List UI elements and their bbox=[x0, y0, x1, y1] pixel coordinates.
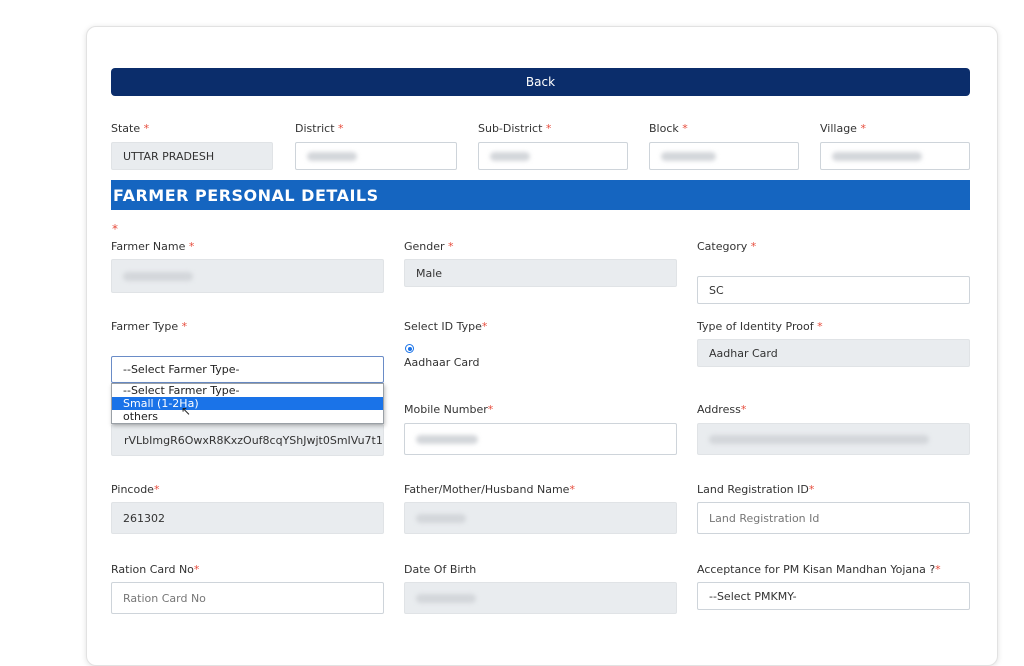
gender-field[interactable]: Male bbox=[404, 259, 677, 287]
ration-card-input[interactable]: Ration Card No bbox=[111, 582, 384, 614]
category-label: Category * bbox=[697, 240, 757, 253]
redacted-value bbox=[416, 593, 476, 603]
redacted-value bbox=[661, 151, 716, 161]
redacted-value bbox=[416, 513, 466, 523]
farmer-type-select[interactable]: --Select Farmer Type- bbox=[111, 356, 384, 383]
village-label: Village * bbox=[820, 122, 866, 135]
address-label: Address* bbox=[697, 403, 747, 416]
identity-proof-field[interactable]: Aadhar Card bbox=[697, 339, 970, 367]
mobile-label: Mobile Number* bbox=[404, 403, 494, 416]
farmer-type-dropdown: --Select Farmer Type- Small (1-2Ha) othe… bbox=[111, 383, 384, 424]
farmer-type-option-highlighted[interactable]: Small (1-2Ha) bbox=[112, 397, 383, 410]
farmer-name-field[interactable] bbox=[111, 259, 384, 293]
relative-name-label: Father/Mother/Husband Name* bbox=[404, 483, 575, 496]
farmer-type-label: Farmer Type * bbox=[111, 320, 188, 333]
redacted-value bbox=[307, 151, 357, 161]
pmkmy-select[interactable]: --Select PMKMY- bbox=[697, 582, 970, 610]
redacted-value bbox=[123, 271, 193, 281]
pincode-field[interactable]: 261302 bbox=[111, 502, 384, 534]
back-button[interactable]: Back bbox=[111, 68, 970, 96]
block-label: Block * bbox=[649, 122, 688, 135]
pmkmy-label: Acceptance for PM Kisan Mandhan Yojana ?… bbox=[697, 563, 941, 576]
dob-label: Date Of Birth bbox=[404, 563, 477, 576]
category-field[interactable]: SC bbox=[697, 276, 970, 304]
district-field[interactable] bbox=[295, 142, 457, 170]
state-label: State * bbox=[111, 122, 150, 135]
identity-proof-label: Type of Identity Proof * bbox=[697, 320, 823, 333]
farmer-type-option[interactable]: others bbox=[112, 410, 383, 423]
sub-district-field[interactable] bbox=[478, 142, 628, 170]
redacted-value bbox=[490, 151, 530, 161]
gender-label: Gender * bbox=[404, 240, 454, 253]
relative-name-field[interactable] bbox=[404, 502, 677, 534]
farmer-type-option[interactable]: --Select Farmer Type- bbox=[112, 384, 383, 397]
farmer-name-label: Farmer Name * bbox=[111, 240, 195, 253]
mouse-pointer-icon: ↖ bbox=[181, 404, 192, 418]
mobile-field[interactable] bbox=[404, 423, 677, 455]
redacted-value bbox=[832, 151, 922, 161]
id-type-label: Select ID Type* bbox=[404, 320, 488, 333]
ration-card-label: Ration Card No* bbox=[111, 563, 200, 576]
sub-district-label: Sub-District * bbox=[478, 122, 552, 135]
block-field[interactable] bbox=[649, 142, 799, 170]
redacted-value bbox=[709, 434, 929, 444]
land-registration-input[interactable]: Land Registration Id bbox=[697, 502, 970, 534]
dob-field[interactable] bbox=[404, 582, 677, 614]
district-label: District * bbox=[295, 122, 344, 135]
aadhaar-radio[interactable] bbox=[405, 344, 414, 353]
aadhaar-token-field[interactable]: rVLbImgR6OwxR8KxzOuf8cqYShJwjt0SmIVu7t1 bbox=[111, 424, 384, 456]
required-note: * bbox=[112, 222, 118, 236]
aadhaar-radio-label[interactable]: Aadhaar Card bbox=[404, 356, 479, 369]
village-field[interactable] bbox=[820, 142, 970, 170]
state-field[interactable]: UTTAR PRADESH bbox=[111, 142, 273, 170]
land-registration-label: Land Registration ID* bbox=[697, 483, 815, 496]
pincode-label: Pincode* bbox=[111, 483, 160, 496]
section-title: FARMER PERSONAL DETAILS bbox=[111, 180, 970, 210]
redacted-value bbox=[416, 434, 478, 444]
address-field[interactable] bbox=[697, 423, 970, 455]
